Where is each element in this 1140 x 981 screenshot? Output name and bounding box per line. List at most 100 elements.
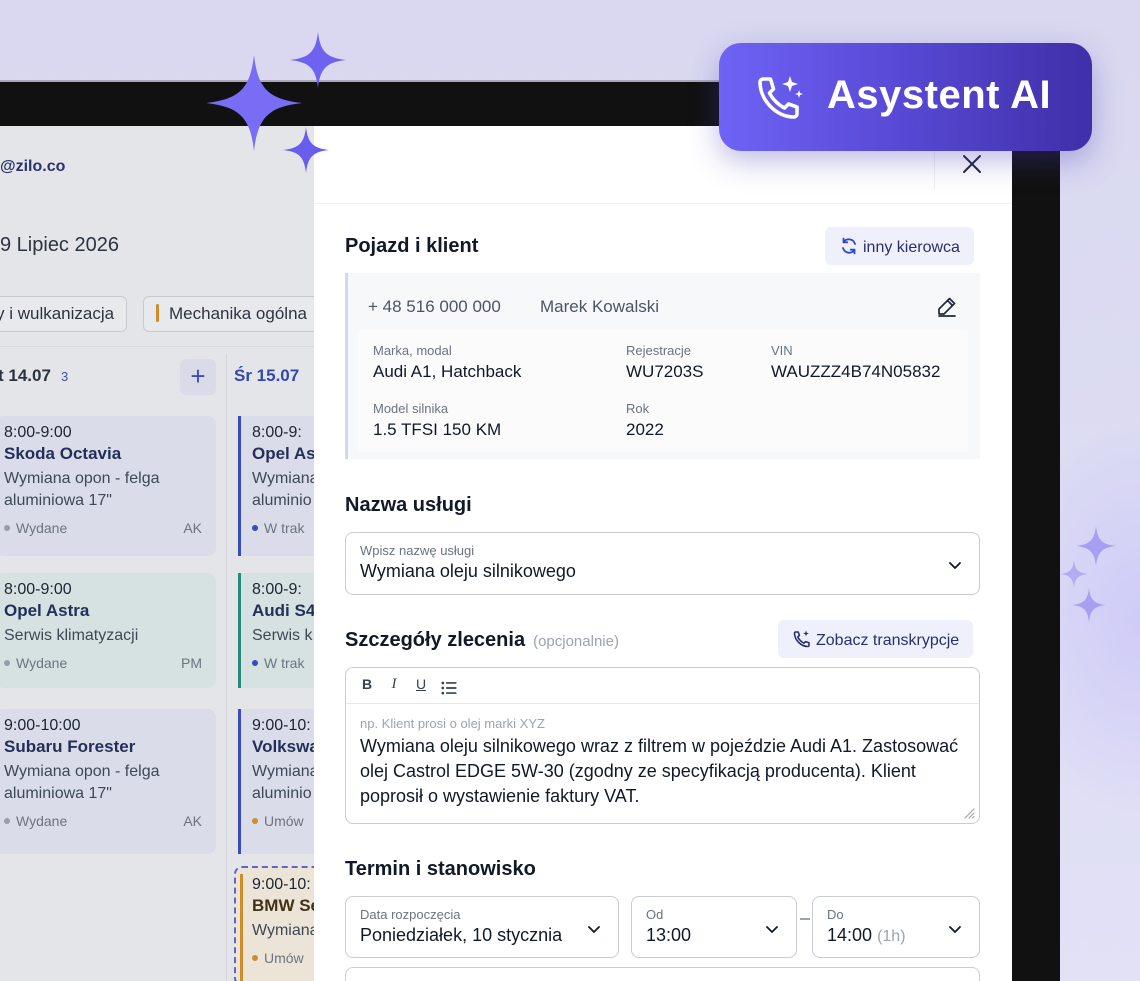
details-editor[interactable]: B I U np. Klient prosi o olej marki XYZ … — [345, 667, 980, 824]
field-value: 14:00 (1h) — [827, 925, 906, 946]
chip-label: y i wulkanizacja — [0, 304, 115, 323]
card-time: 9:00-10:00 — [4, 717, 81, 734]
calendar-divider — [0, 346, 330, 347]
brand-label: Marka, modal — [373, 343, 452, 358]
appointment-card[interactable]: 8:00-9:00 Skoda Octavia Wymiana opon - f… — [0, 416, 216, 556]
start-date-select[interactable]: Data rozpoczęcia Poniedziałek, 10 styczn… — [345, 896, 619, 958]
view-transcript-button[interactable]: Zobacz transkrypcje — [778, 620, 974, 658]
engine-value: 1.5 TFSI 150 KM — [373, 420, 502, 439]
button-label: Zobacz transkrypcje — [816, 632, 960, 649]
list-icon[interactable] — [440, 678, 458, 698]
status-dot — [252, 818, 258, 824]
chip-label: Mechanika ogólna — [169, 304, 307, 323]
card-initials: AK — [183, 813, 202, 829]
time-range-dash — [800, 918, 810, 920]
close-icon[interactable] — [960, 152, 984, 176]
appointment-card[interactable]: 8:00-9:00 Opel Astra Serwis klimatyzacji… — [0, 573, 216, 688]
year-value: 2022 — [626, 420, 664, 439]
time-from-select[interactable]: Od 13:00 — [631, 896, 797, 958]
editor-text[interactable]: Wymiana oleju silnikowego wraz z filtrem… — [360, 734, 960, 809]
status-label: W trak — [264, 520, 305, 536]
badge-label: Asystent AI — [827, 73, 1052, 117]
status-label: Wydane — [16, 520, 68, 536]
card-service: Wymiana opon - felga aluminiowa 17" — [4, 470, 160, 509]
chevron-down-icon — [949, 926, 961, 933]
user-email: @zilo.co — [0, 158, 66, 175]
card-vehicle: Skoda Octavia — [4, 444, 122, 463]
sparkle-icon — [283, 127, 329, 173]
field-label: Od — [646, 907, 664, 922]
engine-label: Model silnika — [373, 401, 449, 416]
brand-value: Audi A1, Hatchback — [373, 362, 522, 381]
status-dot — [4, 660, 10, 666]
filter-chip-tires[interactable]: y i wulkanizacja — [0, 296, 128, 332]
status-label: Wydane — [16, 813, 68, 829]
button-label: inny kierowca — [863, 239, 960, 256]
chevron-down-icon — [588, 926, 600, 933]
card-vehicle: Subaru Forester — [4, 737, 136, 756]
vehicle-details: Marka, modal Audi A1, Hatchback Rejestra… — [358, 330, 968, 452]
section-title-service: Nazwa usługi — [345, 494, 472, 516]
card-status: Wydane AK — [4, 813, 216, 829]
field-value: 13:00 — [646, 925, 692, 945]
phone-sparkle-icon — [793, 630, 810, 648]
column-count: 3 — [60, 369, 69, 384]
card-time: 8:00-9:00 — [4, 424, 72, 441]
time-to-select[interactable]: Do 14:00 (1h) — [812, 896, 980, 958]
resize-handle-icon[interactable] — [961, 805, 975, 819]
status-dot — [252, 525, 258, 531]
card-service: Serwis klimatyzacji — [4, 627, 139, 644]
sparkle-icon — [1060, 560, 1088, 588]
vehicle-card: + 48 516 000 000 Marek Kowalski Marka, m… — [345, 273, 980, 459]
underline-button[interactable]: U — [412, 676, 430, 696]
filter-chip-mechanics[interactable]: Mechanika ogólna — [143, 296, 320, 332]
client-phone: + 48 516 000 000 — [368, 297, 501, 316]
workstation-select[interactable] — [345, 967, 980, 981]
card-service: Wymiana opon - felga aluminiowa 17" — [4, 763, 160, 802]
service-select[interactable]: Wpisz nazwę usługi Wymiana oleju silniko… — [345, 532, 980, 595]
field-label: Do — [827, 907, 844, 922]
optional-hint: (opcjonalnie) — [533, 633, 619, 650]
duration-hint: (1h) — [877, 928, 906, 945]
field-value: Poniedziałek, 10 stycznia — [360, 925, 563, 945]
status-dot — [4, 818, 10, 824]
field-label: Data rozpoczęcia — [360, 907, 461, 922]
status-label: W trak — [264, 655, 305, 671]
card-initials: AK — [183, 520, 202, 536]
registration-label: Rejestracje — [626, 343, 692, 358]
vin-label: VIN — [771, 343, 793, 358]
appointment-card[interactable]: 9:00-10:00 Subaru Forester Wymiana opon … — [0, 709, 216, 854]
card-status: Wydane PM — [4, 655, 216, 671]
chip-color-bar — [156, 304, 159, 322]
status-label: Wydane — [16, 655, 68, 671]
field-label: Wpisz nazwę usługi — [360, 543, 475, 558]
field-value: Wymiana oleju silnikowego — [360, 561, 576, 581]
bold-button[interactable]: B — [358, 676, 376, 696]
section-title-details: Szczegóły zlecenia (opcjonalnie) — [345, 629, 619, 652]
registration-value: WU7203S — [626, 362, 704, 381]
sparkle-icon — [290, 32, 346, 88]
card-color-bar — [240, 874, 243, 981]
to-time: 14:00 — [827, 925, 873, 945]
italic-button[interactable]: I — [385, 676, 403, 696]
vin-value: WAUZZZ4B74N05832 — [771, 362, 941, 381]
calendar-date[interactable]: 9 Lipiec 2026 — [0, 234, 119, 257]
section-title-schedule: Termin i stanowisko — [345, 858, 536, 880]
column-date: t 14.07 — [0, 366, 51, 385]
editor-placeholder: np. Klient prosi o olej marki XYZ — [360, 716, 545, 731]
ai-assistant-badge[interactable]: Asystent AI — [719, 43, 1092, 151]
title-text: Szczegóły zlecenia — [345, 629, 526, 651]
phone-sparkle-icon — [758, 76, 803, 119]
status-dot — [4, 525, 10, 531]
column-date: Śr 15.07 — [234, 366, 300, 385]
refresh-icon — [842, 237, 856, 255]
pencil-icon[interactable] — [936, 295, 958, 317]
add-appointment-button[interactable]: + — [180, 359, 216, 395]
column-header-tue: t 14.07 3 — [0, 366, 68, 386]
card-vehicle: Opel Astra — [4, 601, 90, 620]
year-label: Rok — [626, 401, 650, 416]
client-name: Marek Kowalski — [540, 297, 660, 316]
editor-toolbar: B I U — [346, 668, 979, 704]
other-driver-button[interactable]: inny kierowca — [825, 227, 974, 265]
status-dot — [252, 955, 258, 961]
